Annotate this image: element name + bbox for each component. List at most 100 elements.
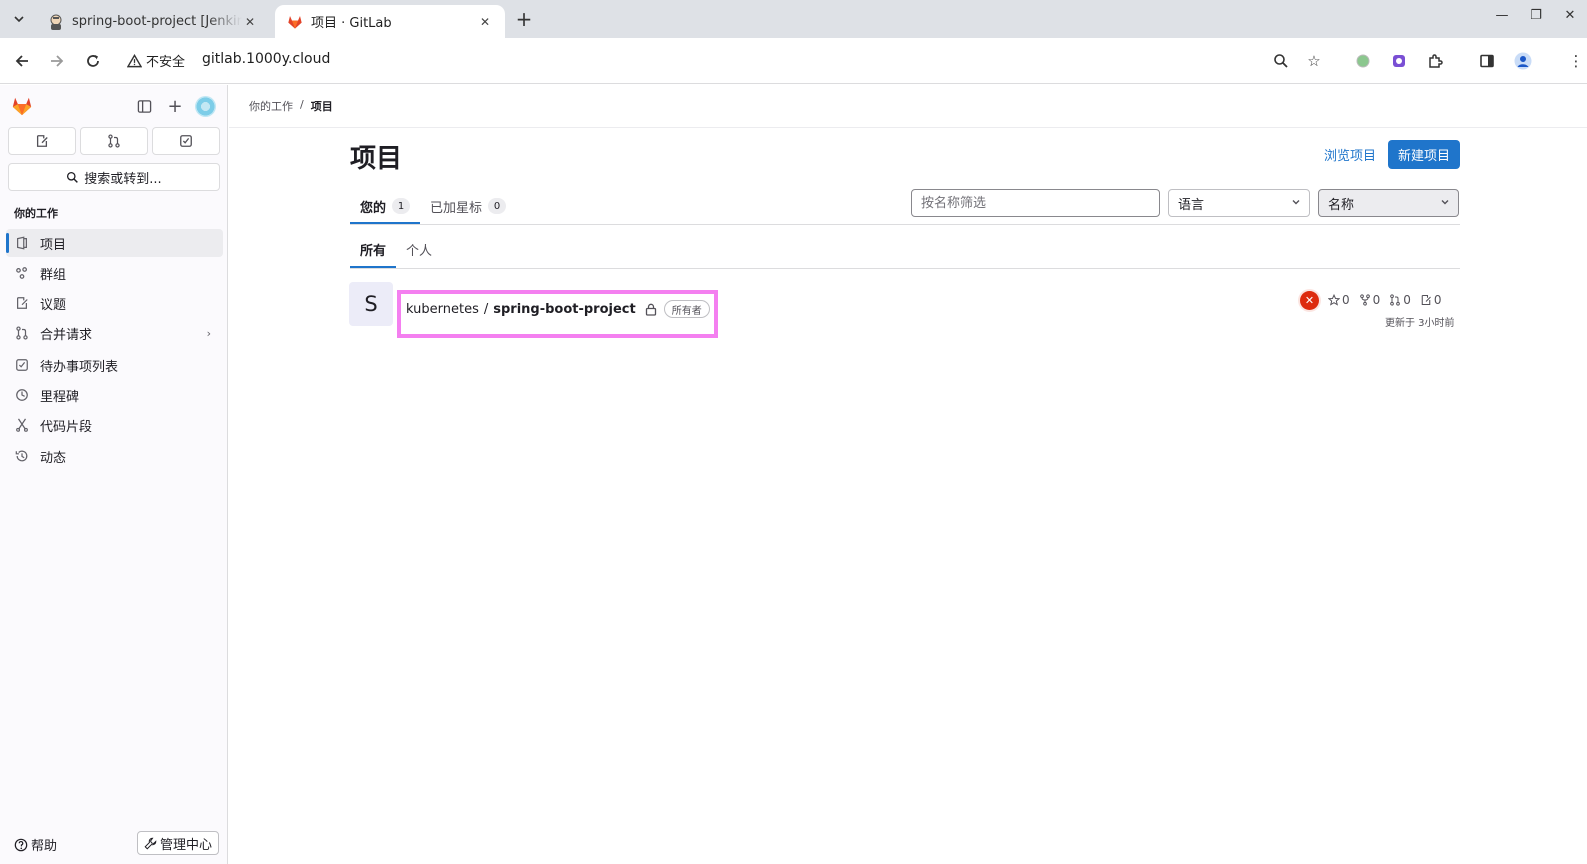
todo-icon — [14, 357, 30, 373]
issues-icon — [14, 295, 30, 311]
new-tab-button[interactable]: + — [513, 7, 535, 31]
subtab-all[interactable]: 所有 — [350, 230, 397, 268]
project-name-link[interactable]: spring-boot-project — [493, 302, 636, 317]
sidebar-item-projects[interactable]: 项目 — [6, 229, 223, 257]
tab-title: 项目 · GitLab — [311, 16, 392, 31]
sidebar-item-label: 里程碑 — [40, 389, 80, 405]
project-title[interactable]: kubernetes / spring-boot-project 所有者 — [406, 300, 710, 318]
sidebar-search-button[interactable]: 搜索或转到... — [8, 163, 220, 191]
extension-green-icon[interactable] — [1352, 50, 1374, 72]
gitlab-logo-icon[interactable] — [11, 95, 33, 121]
project-stats: ✕ 0 0 0 0 — [1300, 290, 1442, 310]
forks-value: 0 — [1372, 293, 1381, 307]
sidebar-section-title: 你的工作 — [14, 207, 58, 220]
filter-by-name-input[interactable] — [911, 189, 1160, 217]
sidebar-item-activity[interactable]: 动态 — [6, 442, 223, 470]
divider — [350, 224, 1460, 225]
user-avatar[interactable] — [195, 96, 216, 117]
browser-menu-icon[interactable]: ⋮ — [1565, 50, 1587, 72]
warning-icon — [127, 53, 142, 67]
merge-requests-count[interactable]: 0 — [1389, 293, 1411, 307]
tab-starred[interactable]: 已加星标 0 — [420, 188, 516, 224]
admin-area-button[interactable]: 管理中心 — [137, 831, 219, 855]
sidebar-item-todos[interactable]: 待办事项列表 — [6, 351, 223, 379]
project-path-separator: / — [483, 301, 489, 317]
star-icon — [1328, 294, 1340, 306]
sort-dropdown[interactable]: 名称 — [1318, 189, 1459, 217]
extensions-puzzle-icon[interactable] — [1424, 50, 1446, 72]
merge-requests-value: 0 — [1403, 293, 1411, 307]
reload-icon — [87, 55, 99, 67]
browser-tab-jenkins[interactable]: spring-boot-project [Jenkins] ✕ — [36, 5, 270, 38]
role-badge: 所有者 — [663, 300, 710, 318]
todo-items-button[interactable] — [152, 127, 220, 155]
project-filter-subtabs: 所有 个人 — [350, 230, 442, 268]
language-dropdown-label: 语言 — [1178, 197, 1205, 213]
back-button[interactable] — [11, 50, 33, 72]
address-input[interactable]: gitlab.1000y.cloud — [202, 51, 330, 67]
minimize-icon[interactable]: — — [1495, 8, 1509, 23]
window-controls: — ❐ ✕ — [1495, 8, 1577, 23]
sidebar-footer: 帮助 管理中心 — [0, 824, 228, 864]
lock-icon — [645, 303, 657, 316]
divider — [350, 268, 1460, 269]
question-icon — [14, 838, 28, 851]
gitlab-sidebar: + 搜索或转到... 你的工作 项目 群组 议题 合并请求 › 待办事项列表 里… — [0, 85, 228, 864]
sidebar-toggle-icon[interactable] — [135, 97, 153, 115]
merge-request-icon — [108, 134, 120, 148]
updated-timestamp: 更新于 3小时前 — [1385, 318, 1455, 329]
new-project-button[interactable]: 新建项目 — [1388, 140, 1460, 169]
explore-projects-button[interactable]: 浏览项目 — [1318, 140, 1382, 168]
chevron-down-icon — [14, 16, 24, 23]
subtab-personal[interactable]: 个人 — [396, 230, 442, 268]
sidebar-item-snippets[interactable]: 代码片段 — [6, 411, 223, 439]
snippet-icon — [14, 417, 30, 433]
pipeline-failed-icon[interactable]: ✕ — [1300, 290, 1319, 310]
assigned-issues-button[interactable] — [8, 127, 76, 155]
count-badge: 0 — [488, 198, 507, 214]
sidebar-item-groups[interactable]: 群组 — [6, 259, 223, 287]
tab-label: 您的 — [360, 200, 387, 216]
issues-count[interactable]: 0 — [1420, 293, 1442, 307]
breadcrumb-current[interactable]: 项目 — [311, 98, 333, 114]
bookmark-star-icon[interactable]: ☆ — [1303, 50, 1325, 72]
group-icon — [14, 265, 30, 281]
security-indicator[interactable]: 不安全 — [127, 51, 185, 70]
help-label: 帮助 — [31, 839, 58, 854]
reload-button[interactable] — [82, 50, 104, 72]
help-button[interactable]: 帮助 — [14, 835, 57, 854]
forks-count[interactable]: 0 — [1359, 293, 1381, 307]
stars-count[interactable]: 0 — [1328, 293, 1350, 307]
side-panel-icon[interactable] — [1476, 50, 1498, 72]
sidebar-item-label: 代码片段 — [40, 419, 93, 435]
language-dropdown[interactable]: 语言 — [1168, 189, 1310, 217]
merge-requests-button[interactable] — [80, 127, 148, 155]
close-icon[interactable]: ✕ — [242, 15, 258, 29]
sidebar-item-issues[interactable]: 议题 — [6, 289, 223, 317]
zoom-icon[interactable] — [1270, 50, 1292, 72]
chevron-down-icon — [1440, 197, 1450, 210]
chevron-down-icon — [1291, 197, 1301, 210]
extension-purple-icon[interactable] — [1388, 50, 1410, 72]
tab-search-button[interactable] — [8, 8, 30, 30]
sidebar-item-label: 合并请求 — [40, 327, 93, 343]
breadcrumb-parent[interactable]: 你的工作 — [249, 98, 293, 114]
close-icon[interactable]: ✕ — [477, 15, 493, 29]
profile-avatar-icon[interactable] — [1512, 50, 1534, 72]
project-avatar[interactable]: S — [349, 282, 393, 326]
tab-yours[interactable]: 您的 1 — [350, 188, 421, 224]
chevron-right-icon: › — [206, 326, 211, 340]
sidebar-header: + — [0, 85, 228, 127]
restore-icon[interactable]: ❐ — [1529, 8, 1543, 23]
activity-icon — [14, 448, 30, 464]
browser-tab-gitlab[interactable]: 项目 · GitLab ✕ — [275, 5, 505, 38]
security-label: 不安全 — [146, 55, 186, 70]
close-window-icon[interactable]: ✕ — [1563, 8, 1577, 23]
sidebar-item-milestones[interactable]: 里程碑 — [6, 381, 223, 409]
milestone-icon — [14, 387, 30, 403]
forward-button[interactable] — [46, 50, 68, 72]
create-new-icon[interactable]: + — [166, 96, 184, 117]
sidebar-item-merge-requests[interactable]: 合并请求 › — [6, 319, 223, 347]
project-namespace: kubernetes — [406, 301, 479, 317]
tab-title: spring-boot-project [Jenkins] — [72, 14, 242, 29]
